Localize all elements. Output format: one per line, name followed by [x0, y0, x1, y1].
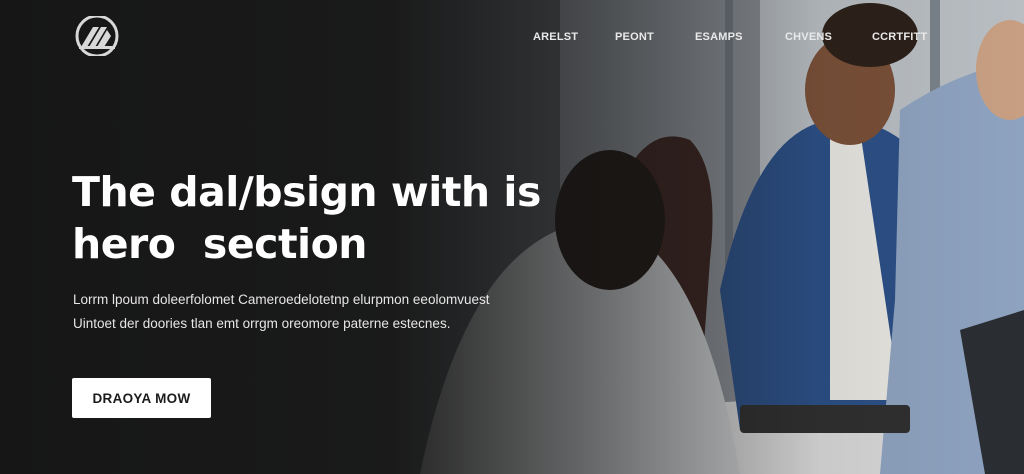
nav-link-5[interactable]: CCRTFITT — [872, 31, 927, 43]
hero-title-line-1: The dal/bsign with is — [72, 168, 541, 216]
hero-description: Lorrm lpoum doleerfolomet Cameroedelotet… — [73, 292, 490, 331]
hero-section: ARELST PEONT ESAMPS CHVENS CCRTFITT The … — [0, 0, 1024, 474]
cta-button[interactable]: DRAOYA MOW — [72, 378, 211, 418]
main-navigation: ARELST PEONT ESAMPS CHVENS CCRTFITT — [0, 31, 1024, 47]
hero-title-line-2: hero section — [72, 220, 367, 268]
nav-link-3[interactable]: ESAMPS — [695, 31, 743, 43]
nav-link-1[interactable]: ARELST — [533, 31, 578, 43]
nav-link-4[interactable]: CHVENS — [785, 31, 832, 43]
hero-title: The dal/bsign with is hero section — [72, 166, 592, 270]
nav-link-2[interactable]: PEONT — [615, 31, 654, 43]
